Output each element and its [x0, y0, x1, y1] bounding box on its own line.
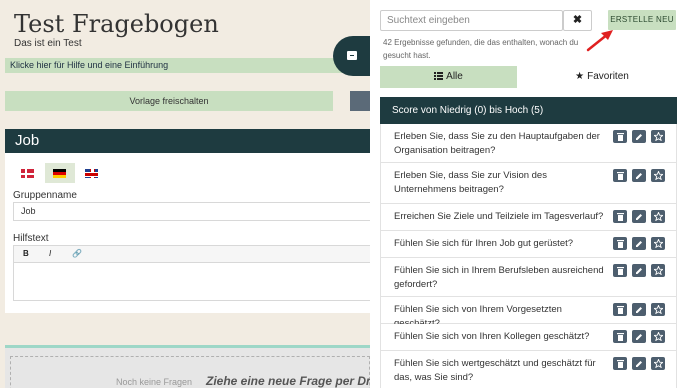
question-actions — [613, 210, 673, 224]
unlock-template-button[interactable]: Vorlage freischalten — [5, 91, 333, 111]
question-row[interactable]: Erleben Sie, dass Sie zu den Hauptaufgab… — [380, 124, 677, 163]
create-new-button[interactable]: ERSTELLE NEU — [608, 10, 676, 30]
result-count-text: 42 Ergebnisse gefunden, die das enthalte… — [383, 38, 579, 60]
question-actions — [613, 169, 673, 183]
question-bank-panel: Suchtext eingeben ✖ ERSTELLE NEU 42 Erge… — [370, 0, 688, 388]
question-row[interactable]: Fühlen Sie sich für Ihren Job gut gerüst… — [380, 231, 677, 258]
group-name-input[interactable]: Job — [13, 202, 370, 221]
richtext-toolbar: B I 🔗 — [13, 245, 370, 263]
page-title: Test Fragebogen — [14, 10, 219, 38]
trash-icon[interactable] — [613, 237, 627, 250]
pencil-icon[interactable] — [632, 330, 646, 343]
de-flag-icon — [53, 169, 66, 178]
question-actions — [613, 303, 673, 317]
star-icon: ★ — [575, 71, 585, 82]
search-input[interactable]: Suchtext eingeben — [380, 10, 563, 31]
pencil-icon[interactable] — [632, 303, 646, 316]
question-row[interactable]: Erreichen Sie Ziele und Teilziele im Tag… — [380, 204, 677, 231]
section-header: Job — [5, 129, 370, 153]
question-row[interactable]: Fühlen Sie sich von Ihrem Vorgesetzten g… — [380, 297, 677, 329]
question-actions — [613, 237, 673, 251]
trash-icon[interactable] — [613, 330, 627, 343]
question-actions — [613, 330, 673, 344]
dk-flag-icon — [21, 169, 34, 178]
star-icon[interactable] — [651, 303, 665, 316]
questionnaire-editor: Test Fragebogen Das ist ein Test Klicke … — [0, 0, 370, 388]
archive-icon — [347, 51, 357, 60]
pencil-icon[interactable] — [632, 357, 646, 370]
help-text-label: Hilfstext — [13, 233, 49, 244]
trash-icon[interactable] — [613, 357, 627, 370]
italic-button[interactable]: I — [49, 246, 51, 262]
pencil-icon[interactable] — [632, 210, 646, 223]
question-row[interactable]: Erleben Sie, dass Sie zur Vision des Unt… — [380, 163, 677, 204]
link-icon[interactable]: 🔗 — [72, 246, 82, 262]
question-text: Fühlen Sie sich wertgeschätzt und geschä… — [394, 358, 596, 383]
pencil-icon[interactable] — [632, 130, 646, 143]
pencil-icon[interactable] — [632, 237, 646, 250]
star-icon[interactable] — [651, 357, 665, 370]
archive-button[interactable] — [333, 36, 370, 76]
page-subtitle: Das ist ein Test — [14, 38, 82, 49]
help-text-editor[interactable] — [13, 263, 370, 301]
question-text: Fühlen Sie sich für Ihren Job gut gerüst… — [394, 238, 574, 249]
dropzone-area: Noch keine Fragen Ziehe eine neue Frage … — [10, 356, 370, 388]
language-tab-de[interactable] — [45, 163, 75, 183]
language-tab-gb[interactable] — [77, 163, 107, 183]
question-text: Erleben Sie, dass Sie zur Vision des Unt… — [394, 170, 547, 195]
dropzone-text: Ziehe eine neue Frage per Dra — [206, 374, 370, 388]
tab-favorites[interactable]: ★ Favoriten — [533, 66, 671, 88]
clear-search-button[interactable]: ✖ — [563, 10, 592, 31]
trash-icon[interactable] — [613, 303, 627, 316]
question-actions — [613, 264, 673, 278]
tab-all-label: Alle — [446, 71, 463, 82]
question-row[interactable]: Fühlen Sie sich in Ihrem Berufsleben aus… — [380, 258, 677, 297]
pencil-icon[interactable] — [632, 264, 646, 277]
trash-icon[interactable] — [613, 130, 627, 143]
question-dropzone[interactable]: Noch keine Fragen Ziehe eine neue Frage … — [5, 345, 370, 388]
question-actions — [613, 130, 673, 144]
secondary-button[interactable] — [350, 91, 370, 111]
bold-button[interactable]: B — [23, 246, 29, 262]
star-icon[interactable] — [651, 210, 665, 223]
section-panel: Gruppenname Job Hilfstext B I 🔗 — [5, 153, 370, 313]
trash-icon[interactable] — [613, 169, 627, 182]
star-icon[interactable] — [651, 330, 665, 343]
help-link[interactable]: Klicke hier für Hilfe und eine Einführun… — [5, 58, 345, 73]
question-text: Erreichen Sie Ziele und Teilziele im Tag… — [394, 211, 604, 222]
star-icon[interactable] — [651, 130, 665, 143]
language-tab-dk[interactable] — [13, 163, 43, 183]
star-icon[interactable] — [651, 237, 665, 250]
trash-icon[interactable] — [613, 264, 627, 277]
question-row[interactable]: Fühlen Sie sich wertgeschätzt und geschä… — [380, 351, 677, 388]
question-row[interactable]: Fühlen Sie sich von Ihren Kollegen gesch… — [380, 324, 677, 351]
question-text: Fühlen Sie sich von Ihren Kollegen gesch… — [394, 331, 590, 342]
tab-favorites-label: Favoriten — [587, 71, 629, 82]
question-list-header: Score von Niedrig (0) bis Hoch (5) — [380, 97, 677, 124]
question-text: Fühlen Sie sich in Ihrem Berufsleben aus… — [394, 265, 604, 290]
gb-flag-icon — [85, 169, 98, 178]
trash-icon[interactable] — [613, 210, 627, 223]
group-name-label: Gruppenname — [13, 190, 77, 201]
dropzone-hint: Noch keine Fragen — [116, 377, 193, 387]
pencil-icon[interactable] — [632, 169, 646, 182]
star-icon[interactable] — [651, 264, 665, 277]
question-actions — [613, 357, 673, 371]
question-text: Erleben Sie, dass Sie zu den Hauptaufgab… — [394, 131, 600, 156]
tab-all[interactable]: Alle — [380, 66, 517, 88]
list-icon — [434, 72, 444, 80]
star-icon[interactable] — [651, 169, 665, 182]
